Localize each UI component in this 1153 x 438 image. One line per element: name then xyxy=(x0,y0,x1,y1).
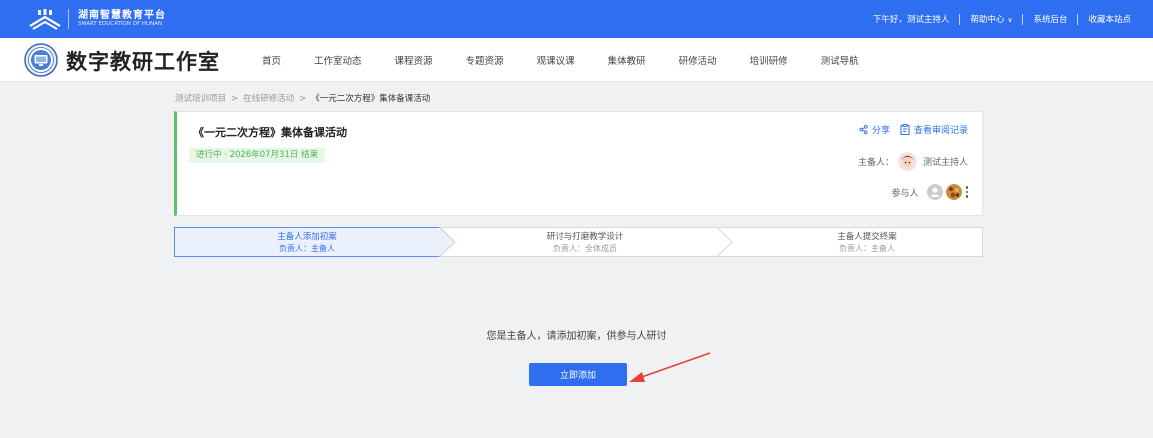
logo-divider xyxy=(68,9,69,29)
avatar[interactable] xyxy=(926,184,943,200)
chevron-down-icon: ∨ xyxy=(1007,16,1013,24)
nav-item-home[interactable]: 首页 xyxy=(262,53,281,67)
divider xyxy=(1077,13,1079,25)
step-owner: 负责人：全体成员 xyxy=(553,244,617,253)
bookmark-link[interactable]: 收藏本站点 xyxy=(1088,13,1131,25)
studio-header: 数字教研工作室 首页 工作室动态 课程资源 专题资源 观课议课 集体教研 研修活… xyxy=(0,38,1153,82)
avatar[interactable] xyxy=(945,184,962,200)
breadcrumb-current: 《一元二次方程》集体备课活动 xyxy=(311,94,431,104)
avatar[interactable] xyxy=(897,152,917,171)
divider xyxy=(959,13,961,25)
studio-title[interactable]: 数字教研工作室 xyxy=(66,46,220,76)
empty-state-prompt: 您是主备人，请添加初案，供参与人研讨 xyxy=(486,331,667,342)
breadcrumb-item[interactable]: 在线研修活动 xyxy=(243,94,294,104)
step-title: 主备人提交终案 xyxy=(837,232,897,242)
studio-logo-icon[interactable] xyxy=(24,43,58,77)
activity-card: 《一元二次方程》集体备课活动 进行中 · 2026年07月31日 结束 分享 查… xyxy=(174,111,983,216)
nav-item-collective-research[interactable]: 集体教研 xyxy=(608,53,646,67)
step-submit-final[interactable]: 主备人提交终案 负责人：主备人 xyxy=(774,230,960,254)
participants-label: 参与人 xyxy=(891,188,919,199)
nav-item-test-nav[interactable]: 测试导航 xyxy=(821,53,859,67)
top-right-menu: 下午好，测试主持人 帮助中心 ∨ 系统后台 收藏本站点 xyxy=(873,0,1131,38)
review-log-label: 查看审阅记录 xyxy=(913,126,968,136)
participants-row: 参与人 xyxy=(891,184,968,200)
help-center-link[interactable]: 帮助中心 ∨ xyxy=(970,13,1012,25)
workflow-steps: 主备人添加初案 负责人：主备人 研讨与打磨教学设计 负责人：全体成员 主备人提交… xyxy=(174,227,983,257)
nav-item-course-resources[interactable]: 课程资源 xyxy=(395,53,433,67)
divider xyxy=(1022,13,1024,25)
breadcrumb-separator-icon: > xyxy=(299,94,307,104)
top-bar: 湖南智慧教育平台 SMART EDUCATION OF HUNAN 下午好，测试… xyxy=(0,0,1153,38)
annotation-arrow-icon xyxy=(629,352,711,382)
step-title: 主备人添加初案 xyxy=(277,232,337,242)
add-now-button[interactable]: 立即添加 xyxy=(529,363,627,386)
nav-item-training[interactable]: 培训研修 xyxy=(750,53,788,67)
platform-name[interactable]: 湖南智慧教育平台 xyxy=(78,6,166,21)
breadcrumb-separator-icon: > xyxy=(231,94,239,104)
step-owner: 负责人：主备人 xyxy=(839,244,895,253)
host-row: 主备人： 测试主持人 xyxy=(858,152,968,171)
nav-item-training-activities[interactable]: 研修活动 xyxy=(679,53,717,67)
help-center-label: 帮助中心 xyxy=(970,15,1005,25)
platform-logo-icon[interactable] xyxy=(28,8,62,30)
step-title: 研讨与打磨教学设计 xyxy=(546,232,624,242)
breadcrumb-item[interactable]: 测试培训项目 xyxy=(175,94,226,104)
share-icon xyxy=(859,125,868,134)
breadcrumb: 测试培训项目 > 在线研修活动 > 《一元二次方程》集体备课活动 xyxy=(175,92,430,104)
user-greeting[interactable]: 下午好，测试主持人 xyxy=(873,13,950,25)
platform-name-en: SMART EDUCATION OF HUNAN xyxy=(78,21,163,27)
host-label: 主备人： xyxy=(857,158,894,168)
card-actions: 分享 查看审阅记录 xyxy=(849,123,968,136)
more-icon[interactable] xyxy=(965,184,968,200)
nav-item-topic-resources[interactable]: 专题资源 xyxy=(466,53,504,67)
share-label: 分享 xyxy=(871,126,890,136)
host-name: 测试主持人 xyxy=(922,158,968,168)
nav-item-lesson-observation[interactable]: 观课议课 xyxy=(537,53,575,67)
activity-title: 《一元二次方程》集体备课活动 xyxy=(193,126,347,139)
document-icon xyxy=(900,124,910,135)
review-log-button[interactable]: 查看审阅记录 xyxy=(900,123,968,136)
status-badge: 进行中 · 2026年07月31日 结束 xyxy=(189,148,326,163)
nav-item-studio-news[interactable]: 工作室动态 xyxy=(314,53,362,67)
step-add-draft[interactable]: 主备人添加初案 负责人：主备人 xyxy=(214,230,400,254)
step-discuss-design[interactable]: 研讨与打磨教学设计 负责人：全体成员 xyxy=(492,230,678,254)
main-nav: 首页 工作室动态 课程资源 专题资源 观课议课 集体教研 研修活动 培训研修 测… xyxy=(262,38,892,82)
share-button[interactable]: 分享 xyxy=(859,123,890,136)
admin-link[interactable]: 系统后台 xyxy=(1033,13,1067,25)
step-owner: 负责人：主备人 xyxy=(279,244,335,253)
